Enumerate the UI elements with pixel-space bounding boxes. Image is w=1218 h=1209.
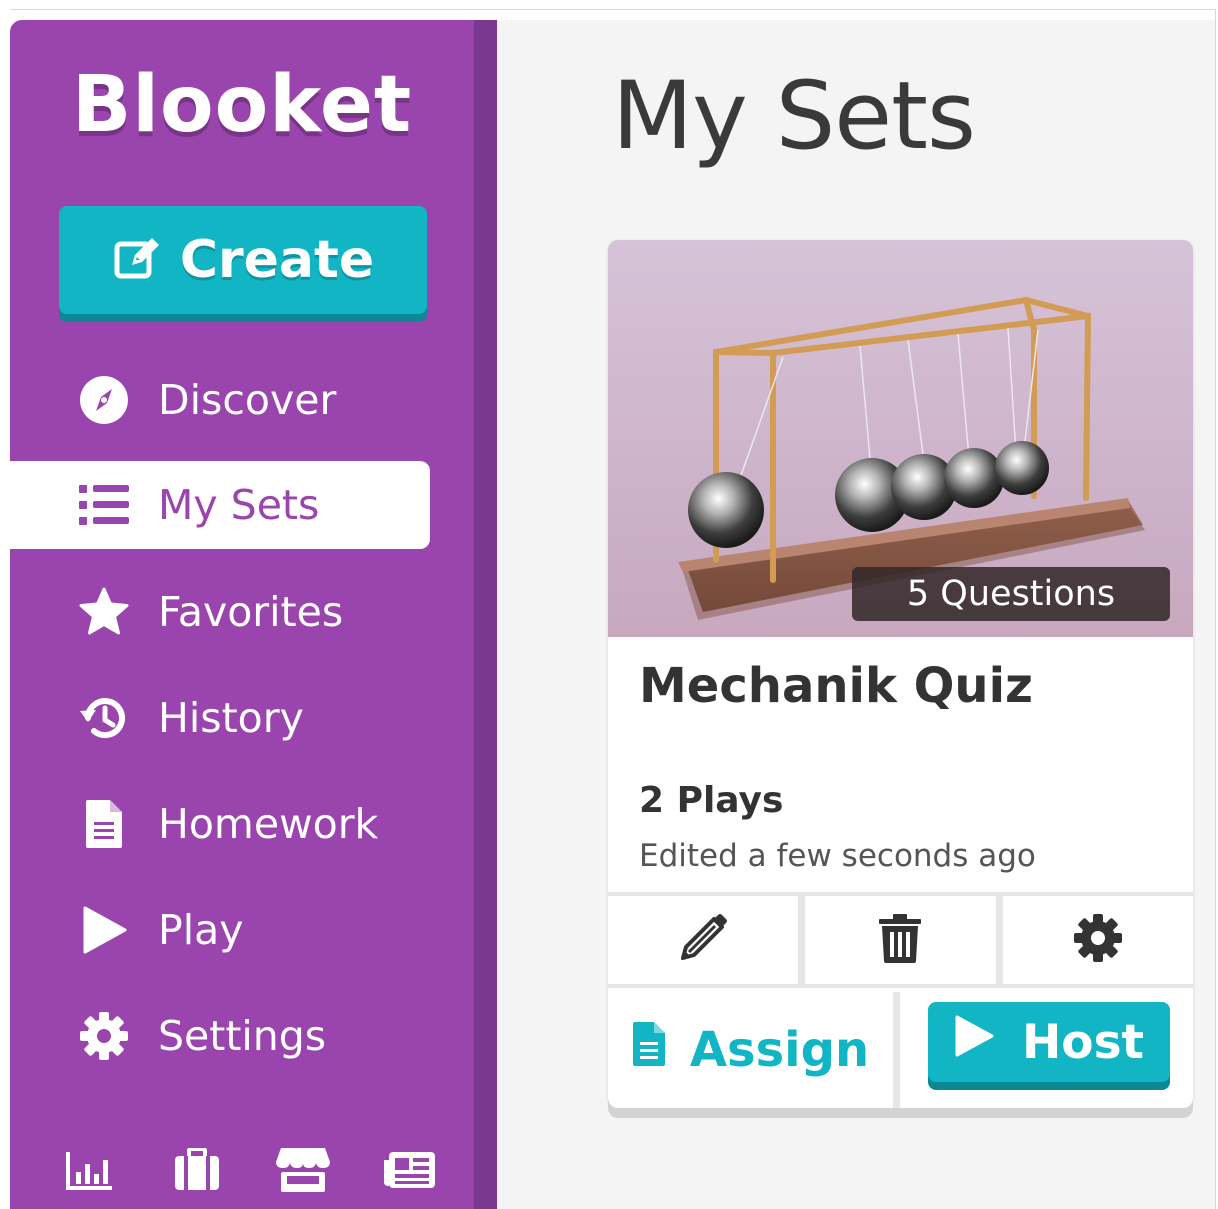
assign-button[interactable]: Assign xyxy=(608,992,900,1108)
sidebar-item-label: My Sets xyxy=(158,481,320,529)
briefcase-icon[interactable] xyxy=(167,1140,227,1200)
host-button[interactable]: Host xyxy=(928,1002,1170,1082)
sidebar-item-settings[interactable]: Settings xyxy=(10,992,430,1080)
sidebar-item-history[interactable]: History xyxy=(10,674,430,762)
sidebar-bottom-icons xyxy=(60,1140,440,1200)
delete-button[interactable] xyxy=(798,896,995,984)
store-icon[interactable] xyxy=(273,1140,333,1200)
sidebar-item-homework[interactable]: Homework xyxy=(10,780,430,868)
trash-icon xyxy=(877,912,923,968)
host-label: Host xyxy=(1021,1014,1145,1070)
stats-icon[interactable] xyxy=(60,1140,120,1200)
sidebar-edge xyxy=(474,20,497,1209)
edit-square-icon xyxy=(112,233,162,287)
settings-button[interactable] xyxy=(995,896,1193,984)
sidebar-item-discover[interactable]: Discover xyxy=(10,356,430,444)
question-count-badge: 5 Questions xyxy=(852,567,1170,621)
create-button[interactable]: Create xyxy=(59,206,427,314)
sidebar-item-label: History xyxy=(158,694,304,742)
history-icon xyxy=(78,692,130,744)
plays-count: 2 Plays xyxy=(639,780,784,821)
sidebar-item-label: Favorites xyxy=(158,588,344,636)
window-frame-right xyxy=(1215,9,1216,1209)
set-card[interactable]: 5 Questions Mechanik Quiz 2 Plays Edited… xyxy=(608,240,1193,1108)
sidebar-item-label: Homework xyxy=(158,800,379,848)
page-title: My Sets xyxy=(612,62,976,171)
gear-icon xyxy=(78,1010,130,1062)
sidebar-item-my-sets[interactable]: My Sets xyxy=(10,461,430,549)
compass-icon xyxy=(78,374,130,426)
document-icon xyxy=(632,1021,666,1079)
list-icon xyxy=(78,479,130,531)
sidebar-item-label: Discover xyxy=(158,376,337,424)
edited-time: Edited a few seconds ago xyxy=(639,838,1036,874)
pencil-icon xyxy=(677,912,729,968)
assign-label: Assign xyxy=(689,1022,870,1078)
sidebar-item-label: Play xyxy=(158,906,244,954)
edit-button[interactable] xyxy=(608,896,798,984)
star-icon xyxy=(78,586,130,638)
blooket-logo[interactable]: Blooket xyxy=(10,60,474,150)
document-icon xyxy=(78,798,130,850)
sidebar-item-label: Settings xyxy=(158,1012,327,1060)
sidebar-item-favorites[interactable]: Favorites xyxy=(10,568,430,656)
create-label: Create xyxy=(179,230,375,290)
play-icon xyxy=(954,1014,994,1070)
set-title: Mechanik Quiz xyxy=(639,658,1033,714)
set-actions xyxy=(608,892,1193,988)
sidebar-item-play[interactable]: Play xyxy=(10,886,430,974)
gear-icon xyxy=(1073,913,1123,967)
play-icon xyxy=(78,904,130,956)
news-icon[interactable] xyxy=(380,1140,440,1200)
window-frame-top xyxy=(10,9,1216,10)
